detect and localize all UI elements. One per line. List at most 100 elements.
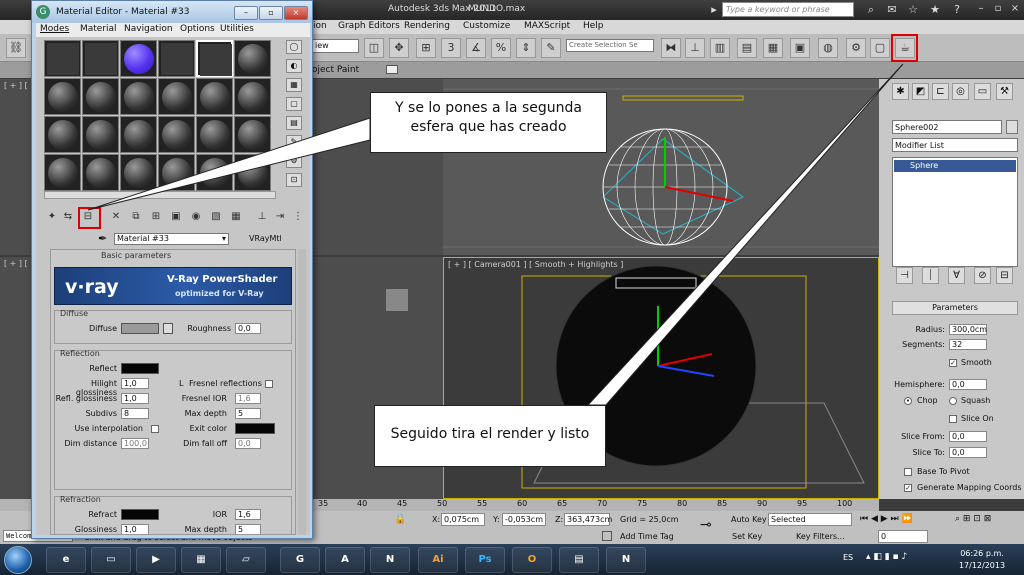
menu-navigation[interactable]: Navigation — [124, 24, 173, 34]
set-key-button[interactable]: Set Key — [732, 532, 762, 541]
sample-slot[interactable] — [234, 78, 271, 115]
key-mode-dropdown[interactable]: Selected — [768, 513, 852, 526]
utilities-tab-icon[interactable]: ⚒ — [996, 83, 1013, 100]
sample-slot[interactable] — [120, 116, 157, 153]
sample-slot[interactable] — [158, 40, 195, 77]
taskbar-app-viewer[interactable]: ▤ — [559, 547, 599, 573]
maximize-icon[interactable]: ▫ — [259, 6, 283, 20]
sample-slot[interactable] — [82, 116, 119, 153]
dim-distance-field[interactable]: 100,0 — [121, 438, 149, 449]
material-name-field[interactable]: Material #33 ▾ — [114, 233, 229, 245]
spinner-snap-icon[interactable]: ⇕ — [516, 38, 536, 58]
viewport-label[interactable]: [ + ] [ — [4, 259, 28, 268]
select-by-material-icon[interactable]: ⊡ — [286, 173, 302, 187]
ribbon-tab-object-paint[interactable]: oject Paint — [312, 65, 359, 75]
hemisphere-field[interactable]: 0,0 — [949, 379, 987, 390]
create-tab-icon[interactable]: ✱ — [892, 83, 909, 100]
menu-options[interactable]: Options — [180, 24, 215, 34]
current-frame-field[interactable]: 0 — [878, 530, 928, 543]
taskbar-app-vectorworks-2[interactable]: N — [606, 547, 646, 573]
sample-slot-selected[interactable] — [196, 40, 233, 77]
squash-radio[interactable] — [949, 397, 957, 405]
x-coordinate-field[interactable]: 0,075cm — [441, 513, 485, 526]
add-time-tag[interactable]: Add Time Tag — [620, 532, 674, 541]
taskbar-app-photoshop[interactable]: Ps — [465, 547, 505, 573]
taskbar-app-3dsmax[interactable]: G — [280, 547, 320, 573]
diffuse-map-button[interactable] — [163, 323, 173, 334]
modifier-list-dropdown[interactable]: Modifier List — [892, 138, 1018, 152]
background-icon[interactable]: ▦ — [286, 78, 302, 92]
search-icon[interactable]: ⌕ — [864, 3, 878, 17]
sample-type-icon[interactable]: ◯ — [286, 40, 302, 54]
minimize-icon[interactable]: – — [974, 3, 988, 15]
playback-controls-icon[interactable]: ⏮ ◀ ▶ ⏭ ⏩ — [860, 514, 913, 524]
sample-slot[interactable] — [234, 154, 271, 191]
object-color-swatch[interactable] — [1006, 120, 1018, 134]
remove-modifier-icon[interactable]: ⊘ — [974, 267, 991, 284]
dim-falloff-field[interactable]: 0,0 — [235, 438, 261, 449]
mirror-icon[interactable]: ⧓ — [661, 38, 681, 58]
layer-icon[interactable]: ▥ — [710, 38, 730, 58]
pin-stack-icon[interactable]: ⊣ — [896, 267, 913, 284]
ior-field[interactable]: 1,6 — [235, 509, 261, 520]
make-unique-icon[interactable]: ⊞ — [148, 209, 164, 225]
pivot-icon[interactable]: ◫ — [364, 38, 384, 58]
fresnel-checkbox[interactable] — [265, 380, 273, 388]
sample-slot[interactable] — [44, 154, 81, 191]
refl-glossiness-field[interactable]: 1,0 — [121, 393, 149, 404]
hilight-glossiness-field[interactable]: 1,0 — [121, 378, 149, 389]
curve-editor-icon[interactable]: ▦ — [763, 38, 783, 58]
align-icon[interactable]: ⊥ — [685, 38, 705, 58]
restore-icon[interactable]: ▫ — [991, 3, 1005, 15]
material-editor-titlebar[interactable]: G Material Editor - Material #33 – ▫ × — [32, 1, 312, 23]
material-type-button[interactable]: VRayMtl — [249, 234, 282, 243]
material-map-navigator-icon[interactable]: ⋮ — [290, 209, 306, 225]
menu-item-maxscript[interactable]: MAXScript — [524, 21, 570, 31]
sample-slot[interactable] — [120, 154, 157, 191]
sample-slot[interactable] — [44, 40, 81, 77]
options-icon[interactable]: ⚙ — [286, 154, 302, 168]
tray-icons[interactable]: ▴ ◧ ▮ ▪ ♪ — [866, 552, 907, 562]
ribbon-icon[interactable]: ▤ — [737, 38, 757, 58]
menu-utilities[interactable]: Utilities — [220, 24, 254, 34]
lock-icon[interactable]: 🔒 — [394, 514, 406, 526]
base-to-pivot-checkbox[interactable] — [904, 468, 912, 476]
basic-parameters-header[interactable]: Basic parameters — [101, 251, 171, 260]
backlight-icon[interactable]: ◐ — [286, 59, 302, 73]
rendered-frame-icon[interactable]: ▢ — [870, 38, 890, 58]
close-icon[interactable]: × — [284, 6, 308, 20]
smooth-checkbox[interactable]: ✓ — [949, 359, 957, 367]
put-to-scene-icon[interactable]: ⇆ — [60, 209, 76, 225]
hierarchy-tab-icon[interactable]: ⊏ — [932, 83, 949, 100]
fresnel-ior-field[interactable]: 1,6 — [235, 393, 261, 404]
taskbar-app-chrome[interactable]: e — [46, 547, 86, 573]
sample-slot[interactable] — [158, 154, 195, 191]
reflect-color-swatch[interactable] — [121, 363, 159, 374]
viewport-nav-icon[interactable]: ⌕ ⊞ ⊡ ⊠ — [955, 514, 991, 524]
menu-item-animation[interactable]: ion — [313, 21, 327, 31]
motion-tab-icon[interactable]: ◎ — [952, 83, 969, 100]
segments-field[interactable]: 32 — [949, 339, 987, 350]
sample-slot[interactable] — [234, 116, 271, 153]
display-tab-icon[interactable]: ▭ — [974, 83, 991, 100]
sample-slot[interactable] — [196, 154, 233, 191]
stack-item-sphere[interactable]: Sphere — [894, 160, 1016, 172]
render-setup-icon[interactable]: ⚙ — [846, 38, 866, 58]
sample-slot[interactable] — [158, 116, 195, 153]
reset-material-icon[interactable]: ✕ — [108, 209, 124, 225]
viewport-label[interactable]: [ + ] [ — [4, 81, 28, 90]
sample-slot[interactable] — [120, 40, 157, 77]
taskbar-app-calculator[interactable]: ▦ — [181, 547, 221, 573]
sample-slot[interactable] — [196, 78, 233, 115]
link-icon[interactable]: ⛓ — [6, 38, 26, 58]
material-id-icon[interactable]: ◉ — [188, 209, 204, 225]
parameters-scrollbar[interactable] — [298, 249, 306, 535]
z-coordinate-field[interactable]: 363,473cm — [564, 513, 612, 526]
show-end-result-icon[interactable]: ▦ — [228, 209, 244, 225]
angle-snap-icon[interactable]: ∡ — [466, 38, 486, 58]
start-button[interactable] — [4, 546, 32, 574]
sample-slot[interactable] — [120, 78, 157, 115]
go-forward-sibling-icon[interactable]: ⇥ — [272, 209, 288, 225]
ribbon-toggle-icon[interactable] — [386, 65, 398, 74]
communication-icon[interactable]: ✉ — [885, 3, 899, 17]
